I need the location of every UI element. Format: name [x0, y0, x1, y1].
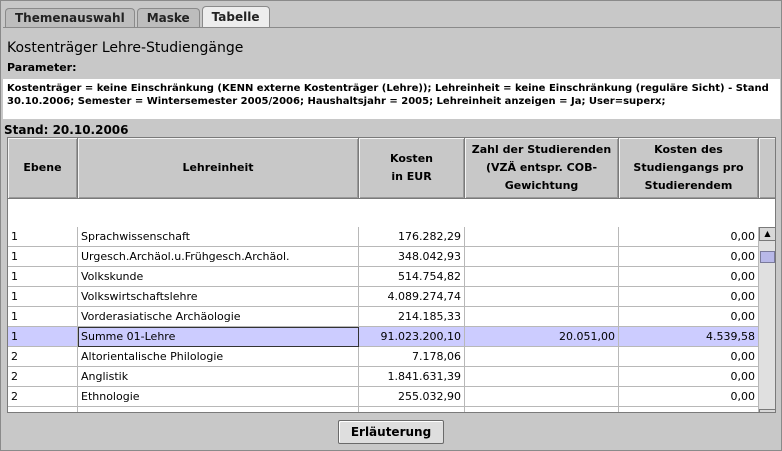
table-row[interactable]: 1 Sprachwissenschaft 176.282,29 0,00 — [8, 227, 759, 247]
parameter-label: Parameter: — [7, 61, 77, 74]
cell-lehreinheit[interactable]: Germanistik — [78, 407, 359, 412]
cell-kosten[interactable]: 348.042,93 — [359, 247, 465, 267]
cell-kosten[interactable]: 91.023.200,10 — [359, 327, 465, 347]
cell-ebene[interactable]: 2 — [8, 347, 78, 367]
header-zahl-studierende[interactable]: Zahl der Studierenden (VZÄ entspr. COB- … — [465, 138, 619, 199]
cell-lehreinheit[interactable]: Volkskunde — [78, 267, 359, 287]
tabelle-panel: Kostenträger Lehre-Studiengänge Paramete… — [3, 27, 780, 449]
cell-kosten-pro-studierendem[interactable]: 0,00 — [619, 287, 759, 307]
table-row[interactable]: 2 Ethnologie 255.032,90 0,00 — [8, 387, 759, 407]
vertical-scroll-thumb[interactable] — [760, 251, 775, 263]
cell-zahl-studierende[interactable]: 20.051,00 — [465, 327, 619, 347]
cell-kosten-pro-studierendem[interactable]: 0,00 — [619, 247, 759, 267]
table-body: 1 Sprachwissenschaft 176.282,29 0,00 1 Urgesc… — [8, 227, 759, 412]
table-row[interactable]: 1 Urgesch.Archäol.u.Frühgesch.Archäol. 348… — [8, 247, 759, 267]
cell-lehreinheit[interactable]: Summe 01-Lehre — [78, 327, 359, 347]
cell-lehreinheit[interactable]: Vorderasiatische Archäologie — [78, 307, 359, 327]
cell-kosten[interactable]: 255.032,90 — [359, 387, 465, 407]
cell-zahl-studierende[interactable] — [465, 347, 619, 367]
cell-zahl-studierende[interactable] — [465, 307, 619, 327]
cell-zahl-studierende[interactable] — [465, 227, 619, 247]
result-table: Ebene Lehreinheit Kosten in EUR Zahl der… — [7, 137, 776, 413]
cell-lehreinheit[interactable]: Anglistik — [78, 367, 359, 387]
header-corner — [759, 138, 775, 199]
cell-lehreinheit[interactable]: Volkswirtschaftslehre — [78, 287, 359, 307]
cell-zahl-studierende[interactable] — [465, 387, 619, 407]
stand-date: Stand: 20.10.2006 — [4, 123, 129, 137]
cell-kosten[interactable]: 3.502.390,49 — [359, 407, 465, 412]
cell-ebene[interactable]: 1 — [8, 287, 78, 307]
cell-zahl-studierende[interactable] — [465, 367, 619, 387]
cell-zahl-studierende[interactable] — [465, 407, 619, 412]
cell-kosten-pro-studierendem[interactable]: 0,00 — [619, 407, 759, 412]
header-lehreinheit[interactable]: Lehreinheit — [78, 138, 359, 199]
report-title: Kostenträger Lehre-Studiengänge — [7, 40, 244, 56]
table-row[interactable]: 2 Anglistik 1.841.631,39 0,00 — [8, 367, 759, 387]
cell-ebene[interactable]: 2 — [8, 407, 78, 412]
cell-ebene[interactable]: 2 — [8, 387, 78, 407]
cell-kosten-pro-studierendem[interactable]: 0,00 — [619, 227, 759, 247]
parameter-text: Kostenträger = keine Einschränkung (KENN… — [3, 79, 780, 119]
window-frame: Themenauswahl Maske Tabelle Kostenträger… — [0, 0, 782, 451]
header-kosten-pro-studierendem[interactable]: Kosten des Studiengangs pro Studierendem — [619, 138, 759, 199]
tab-bar: Themenauswahl Maske Tabelle — [5, 6, 272, 27]
header-ebene[interactable]: Ebene — [8, 138, 78, 199]
tab-tabelle[interactable]: Tabelle — [201, 6, 270, 27]
cell-lehreinheit[interactable]: Sprachwissenschaft — [78, 227, 359, 247]
table-header: Ebene Lehreinheit Kosten in EUR Zahl der… — [8, 138, 775, 199]
cell-kosten-pro-studierendem[interactable]: 0,00 — [619, 267, 759, 287]
cell-kosten-pro-studierendem[interactable]: 0,00 — [619, 367, 759, 387]
cell-zahl-studierende[interactable] — [465, 247, 619, 267]
cell-kosten[interactable]: 7.178,06 — [359, 347, 465, 367]
cell-lehreinheit[interactable]: Ethnologie — [78, 387, 359, 407]
table-row[interactable]: 1 Volkskunde 514.754,82 0,00 — [8, 267, 759, 287]
cell-kosten-pro-studierendem[interactable]: 4.539,58 — [619, 327, 759, 347]
cell-kosten[interactable]: 514.754,82 — [359, 267, 465, 287]
cell-kosten[interactable]: 1.841.631,39 — [359, 367, 465, 387]
cell-zahl-studierende[interactable] — [465, 287, 619, 307]
cell-kosten[interactable]: 4.089.274,74 — [359, 287, 465, 307]
table-row[interactable]: 1 Vorderasiatische Archäologie 214.185,33 0… — [8, 307, 759, 327]
cell-ebene[interactable]: 1 — [8, 307, 78, 327]
cell-kosten[interactable]: 176.282,29 — [359, 227, 465, 247]
cell-kosten-pro-studierendem[interactable]: 0,00 — [619, 307, 759, 327]
cell-kosten[interactable]: 214.185,33 — [359, 307, 465, 327]
cell-ebene[interactable]: 1 — [8, 267, 78, 287]
header-kosten[interactable]: Kosten in EUR — [359, 138, 465, 199]
cell-lehreinheit[interactable]: Urgesch.Archäol.u.Frühgesch.Archäol. — [78, 247, 359, 267]
table-row[interactable]: 2 Altorientalische Philologie 7.178,06 0,00 — [8, 347, 759, 367]
arrow-down-icon[interactable]: ▼ — [759, 409, 775, 412]
vertical-scrollbar[interactable]: ▲ ▼ — [759, 227, 775, 412]
arrow-up-icon[interactable]: ▲ — [759, 227, 775, 241]
table-row[interactable]: 1 Volkswirtschaftslehre 4.089.274,74 0,00 — [8, 287, 759, 307]
cell-ebene[interactable]: 1 — [8, 227, 78, 247]
erlaeuterung-button[interactable]: Erläuterung — [338, 420, 444, 444]
cell-ebene[interactable]: 2 — [8, 367, 78, 387]
cell-ebene[interactable]: 1 — [8, 327, 78, 347]
tab-maske[interactable]: Maske — [136, 8, 200, 27]
cell-zahl-studierende[interactable] — [465, 267, 619, 287]
cell-ebene[interactable]: 1 — [8, 247, 78, 267]
cell-lehreinheit[interactable]: Altorientalische Philologie — [78, 347, 359, 367]
table-row[interactable]: 1 Summe 01-Lehre 91.023.200,10 20.051,00 4.5… — [8, 327, 759, 347]
tab-themenauswahl[interactable]: Themenauswahl — [5, 8, 135, 27]
table-row[interactable]: 2Germanistik3.502.390,49 0,00 — [8, 407, 759, 412]
cell-kosten-pro-studierendem[interactable]: 0,00 — [619, 387, 759, 407]
cell-kosten-pro-studierendem[interactable]: 0,00 — [619, 347, 759, 367]
